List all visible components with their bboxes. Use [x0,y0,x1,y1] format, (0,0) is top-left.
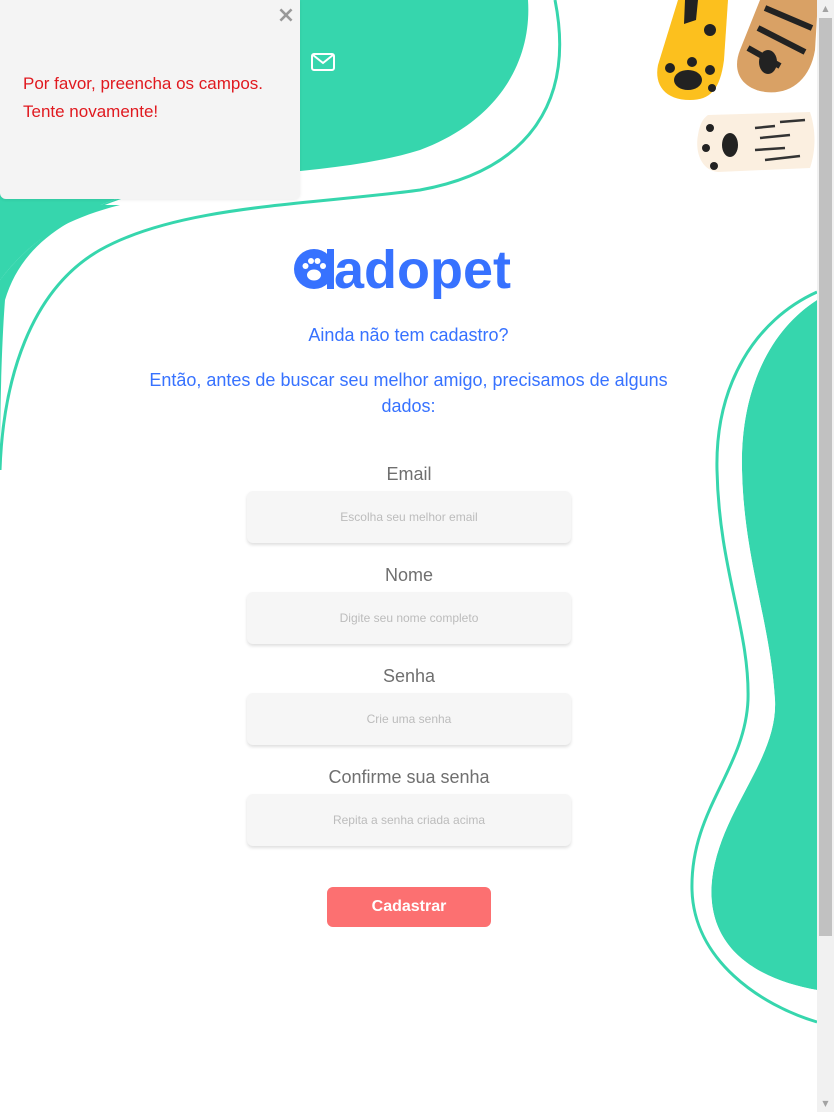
name-label: Nome [384,565,433,585]
confirm-password-label: Confirme sua senha [328,767,490,787]
email-field[interactable] [247,491,571,543]
scroll-down-icon[interactable]: ▼ [817,1095,834,1112]
scroll-up-icon[interactable]: ▲ [817,0,834,17]
intro-question: Ainda não tem cadastro? [308,325,509,345]
submit-button[interactable]: Cadastrar [327,887,491,927]
toast-message: Por favor, preencha os campos. Tente nov… [23,74,264,121]
scroll-thumb[interactable] [819,18,832,936]
password-field[interactable] [247,693,571,745]
logo-text: adopet [334,240,511,300]
mail-icon[interactable] [311,52,335,72]
scrollbar[interactable]: ▲ ▼ [817,0,834,1112]
password-label: Senha [382,666,436,686]
confirm-password-field[interactable] [247,794,571,846]
intro-explanation: Então, antes de buscar seu melhor amigo,… [149,370,668,416]
email-label: Email [386,464,432,484]
paws-illustration [657,0,818,172]
error-toast: × Por favor, preencha os campos. Tente n… [0,0,300,199]
name-field[interactable] [247,592,571,644]
adopet-logo: adopet [294,240,511,300]
close-icon[interactable]: × [275,2,297,30]
